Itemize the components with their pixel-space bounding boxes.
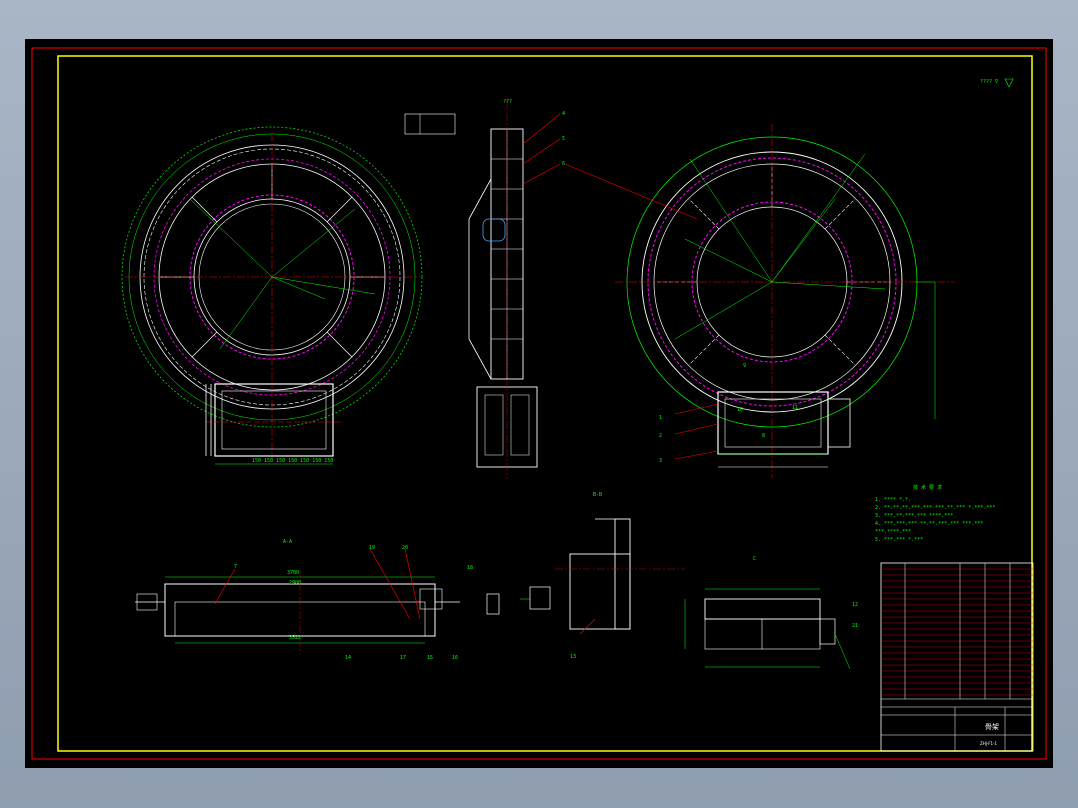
- drawing-code: ZHJ-F1-1: [980, 741, 998, 746]
- label-section-a-a: A-A: [283, 539, 292, 545]
- callout-4: 4: [562, 111, 565, 117]
- callout-8: 8: [762, 433, 765, 439]
- note-line-4: 4. ***.***.*** **.**.***.*** ***.***: [875, 521, 983, 527]
- callout-20: 20: [402, 545, 408, 551]
- flatness-symbol-icon: [1004, 78, 1014, 88]
- drawing-name: 骨架: [985, 723, 999, 731]
- callout-18: 18: [467, 565, 473, 571]
- callout-9: 9: [743, 363, 746, 369]
- drawing-border-outer: [31, 47, 1047, 760]
- top-right-mark: ???? ∇: [980, 79, 999, 85]
- drawing-border-inner: [57, 55, 1033, 752]
- note-line-5: ***.****.***: [875, 529, 911, 535]
- label-section-mid-top: ???: [503, 99, 512, 105]
- left-ring-view: 150 150 150 150 150 150 150: [121, 126, 423, 465]
- section-a-a: 3700 2900 3522: [135, 548, 460, 654]
- dim-bottom-span: 3522: [289, 635, 301, 641]
- dim-inner-width: 2900: [289, 580, 301, 586]
- callout-14: 14: [345, 655, 351, 661]
- label-view-c: C: [753, 556, 756, 562]
- dim-total-width: 3700: [287, 570, 299, 576]
- side-section-view: [404, 99, 561, 479]
- callout-6: 6: [562, 161, 565, 167]
- callout-5: 5: [562, 136, 565, 142]
- callouts: 1 2 3 4 5 6 7 8 9 10 11 12 13 14 15 16 1…: [234, 111, 858, 661]
- note-line-1: 1. **** *.*.: [875, 497, 911, 503]
- note-line-3: 3. ***.**.***.*** ****.***: [875, 513, 953, 519]
- callout-19: 19: [369, 545, 375, 551]
- callout-13: 13: [570, 654, 576, 660]
- callout-7: 7: [234, 564, 237, 570]
- notes-title: 技 术 要 求: [913, 484, 942, 491]
- callout-3: 3: [659, 458, 662, 464]
- cad-viewport[interactable]: 150 150 150 150 150 150 150 3700 2900 35…: [25, 39, 1053, 768]
- callout-15: 15: [427, 655, 433, 661]
- title-block: 骨架 ZHJ-F1-1: [880, 562, 1034, 752]
- callout-2: 2: [659, 433, 662, 439]
- cad-drawing: 150 150 150 150 150 150 150 3700 2900 35…: [31, 47, 1047, 760]
- label-section-b-b: B-B: [593, 492, 602, 498]
- callout-11: 11: [792, 405, 798, 411]
- callout-12: 12: [852, 602, 858, 608]
- right-ring-view: [564, 124, 955, 479]
- note-line-2: 2. **.**.**.***.*** ***.**.*** *.***.***: [875, 505, 995, 511]
- left-bottom-dims: 150 150 150 150 150 150 150: [252, 458, 333, 464]
- view-c: [684, 588, 851, 670]
- technical-notes: 技 术 要 求 1. **** *.*. 2. **.**.**.***.***…: [875, 484, 995, 543]
- note-line-6: 5. ***.*** *.***: [875, 537, 923, 543]
- callout-1: 1: [659, 415, 662, 421]
- callout-21: 21: [852, 623, 858, 629]
- section-b-b: [555, 518, 685, 635]
- callout-10: 10: [737, 407, 743, 413]
- callout-16: 16: [452, 655, 458, 661]
- callout-17: 17: [400, 655, 406, 661]
- detail-views-small: [486, 586, 551, 615]
